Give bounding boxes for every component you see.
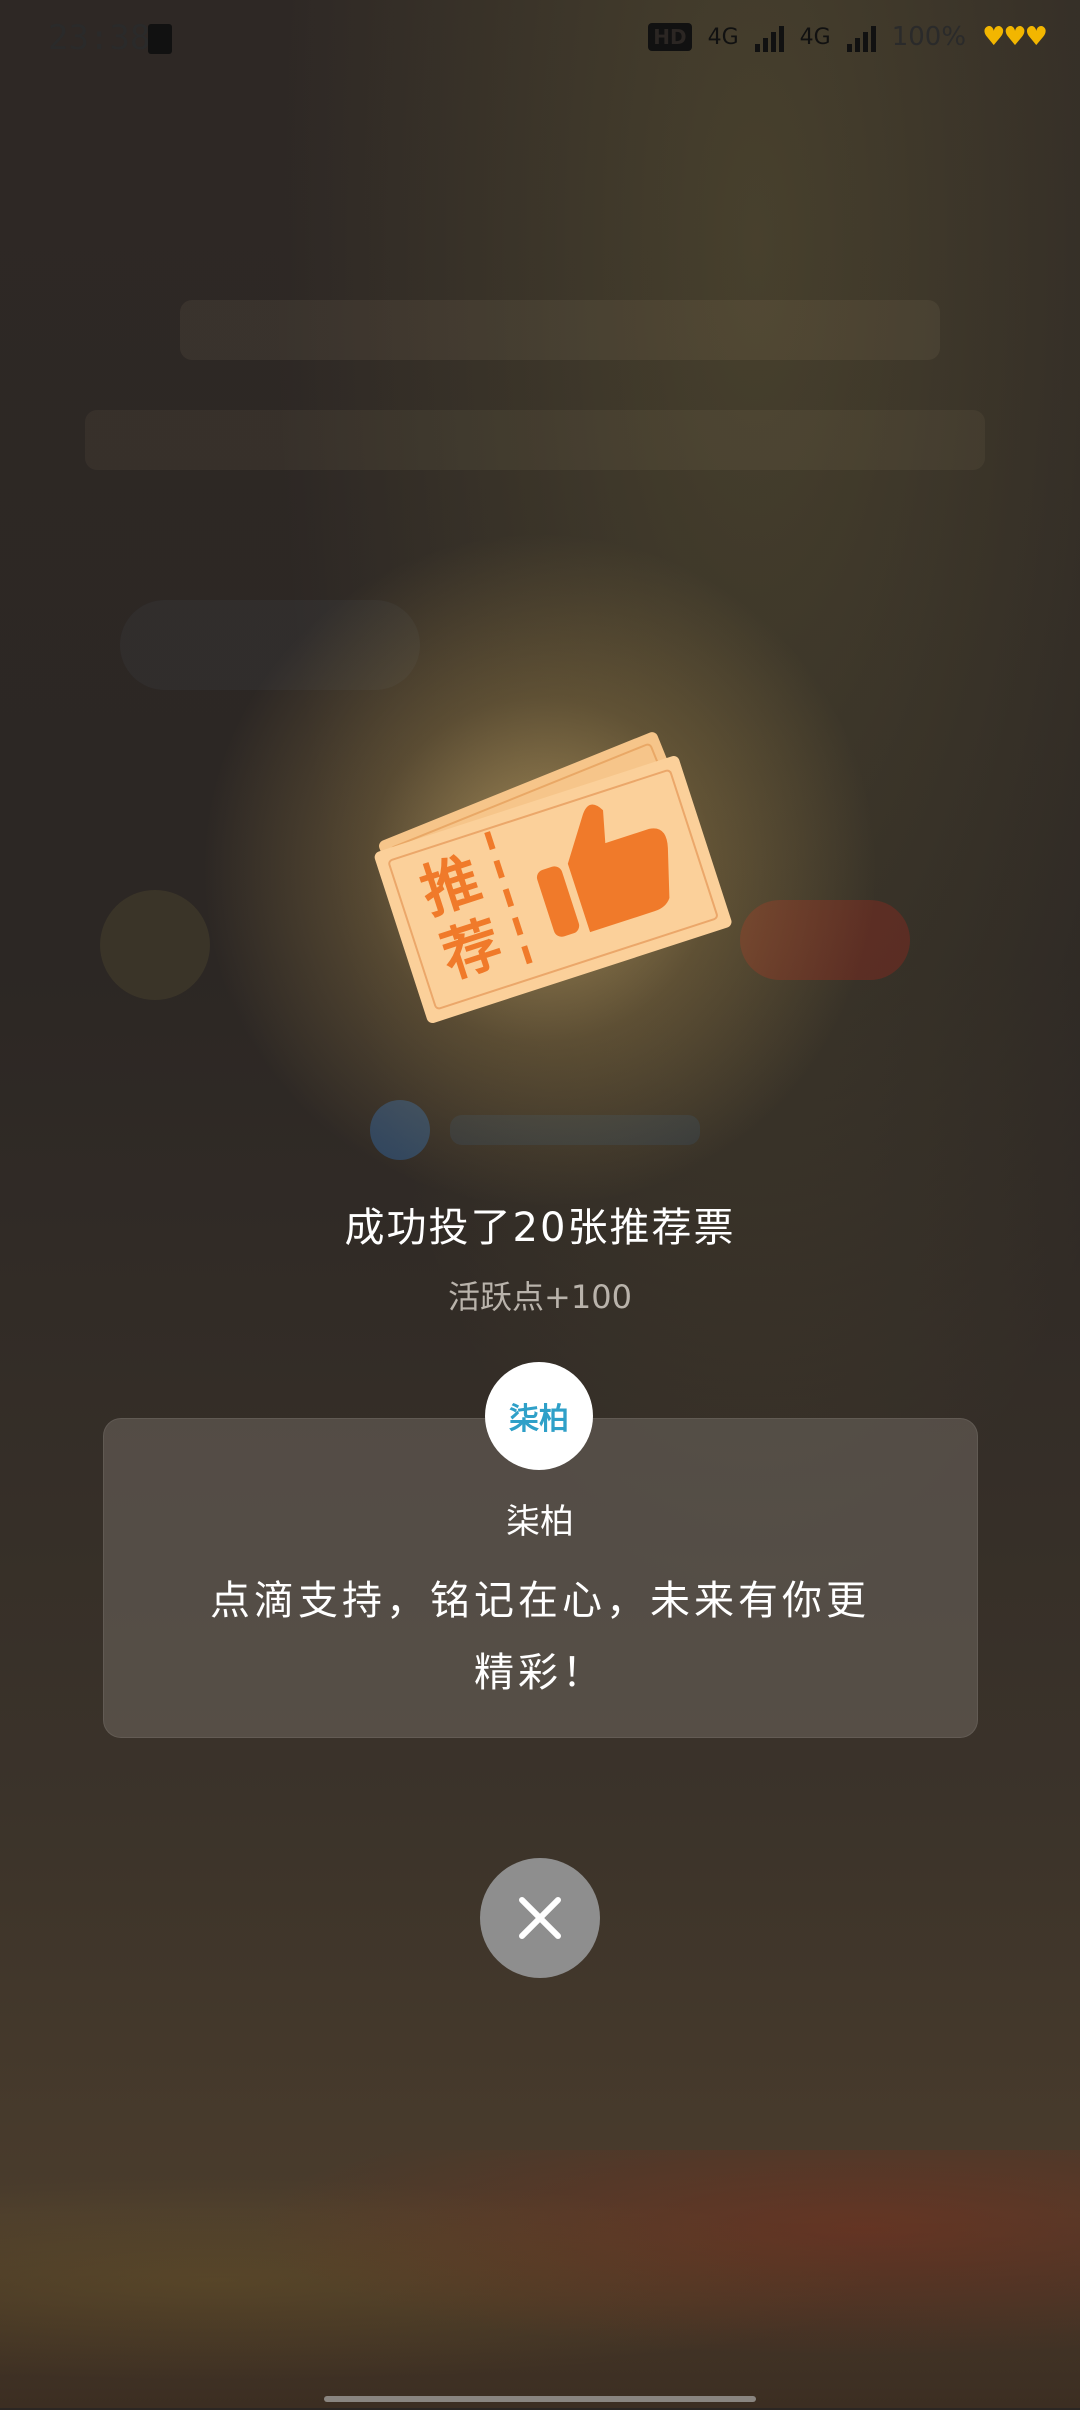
status-time: 23:38 bbox=[48, 18, 151, 58]
recommend-ticket-icon: 推 荐 bbox=[374, 732, 732, 1023]
home-indicator[interactable] bbox=[324, 2396, 756, 2402]
activity-points-note: 活跃点+100 bbox=[448, 1278, 632, 1316]
clipboard-check-icon bbox=[148, 24, 172, 54]
battery-level: 100% bbox=[891, 22, 967, 52]
heart-icons: ♥♥♥ bbox=[982, 22, 1048, 52]
author-avatar-art: 柒柏 bbox=[509, 1402, 569, 1437]
status-bar: 23:38 HD 4G 4G 100% ♥♥♥ bbox=[0, 0, 1080, 80]
background-foliage bbox=[0, 2150, 1080, 2410]
status-indicators: HD 4G 4G 100% ♥♥♥ bbox=[648, 22, 1048, 52]
network-type-a: 4G bbox=[707, 24, 739, 50]
author-avatar[interactable]: 柒柏 bbox=[485, 1362, 593, 1470]
signal-strength-icon-2 bbox=[846, 22, 876, 52]
signal-strength-icon bbox=[754, 22, 784, 52]
close-icon bbox=[519, 1897, 561, 1939]
network-type-b: 4G bbox=[799, 24, 831, 50]
author-name: 柒柏 bbox=[506, 1502, 574, 1542]
background-title-line-2 bbox=[85, 410, 985, 470]
author-thank-message: 点滴支持，铭记在心，未来有你更精彩！ bbox=[210, 1578, 870, 1696]
vote-success-title: 成功投了20张推荐票 bbox=[344, 1205, 736, 1251]
hd-voice-icon: HD bbox=[648, 23, 692, 51]
background-title-line-1 bbox=[180, 300, 940, 360]
close-button[interactable] bbox=[480, 1858, 600, 1978]
